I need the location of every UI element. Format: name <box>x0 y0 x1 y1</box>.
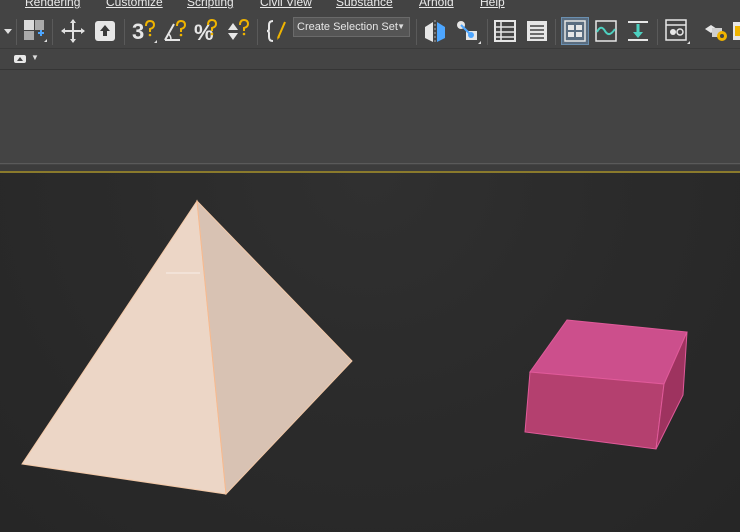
perspective-viewport[interactable] <box>0 173 740 532</box>
spinner-snap-icon[interactable] <box>224 17 250 45</box>
viewport-scene <box>21 199 688 496</box>
menu-bar: Rendering Customize Scripting Civil View… <box>0 0 740 10</box>
svg-text:3: 3 <box>132 19 144 44</box>
panel-divider <box>0 163 740 164</box>
selection-set-dropdown[interactable]: Create Selection Set ▼ <box>293 17 410 37</box>
menu-substance[interactable]: Substance <box>336 0 393 9</box>
ribbon-panel <box>0 70 740 165</box>
menu-scripting[interactable]: Scripting <box>187 0 234 9</box>
menu-help[interactable]: Help <box>480 0 505 9</box>
box-front-face <box>524 371 665 450</box>
chevron-down-icon: ▼ <box>397 22 405 31</box>
selection-set-label: Create Selection Set <box>297 21 398 33</box>
viewport-layout-icon[interactable] <box>22 17 48 45</box>
upload-icon[interactable] <box>92 17 118 45</box>
ribbon-caret-icon[interactable]: ▼ <box>31 53 39 62</box>
menu-rendering[interactable]: Rendering <box>25 0 80 9</box>
pyramid[interactable] <box>21 199 353 496</box>
angle-snap-icon[interactable] <box>162 17 188 45</box>
menu-customize[interactable]: Customize <box>106 0 163 9</box>
ribbon-bar <box>0 49 740 70</box>
edit-named-selection-icon[interactable] <box>264 17 290 45</box>
percent-snap-icon[interactable]: % <box>193 17 219 45</box>
box[interactable] <box>524 319 688 450</box>
toolbar-separator <box>124 19 125 45</box>
toolbar-separator <box>257 19 258 45</box>
dropdown-arrow-icon[interactable] <box>2 17 14 45</box>
toolbar-separator <box>16 19 17 45</box>
pyramid-left-face <box>21 199 227 495</box>
menu-civil-view[interactable]: Civil View <box>260 0 312 9</box>
toolbar-separator <box>52 19 53 45</box>
svg-text:%: % <box>194 20 214 44</box>
ribbon-minimize-icon[interactable] <box>14 55 26 63</box>
menu-arnold[interactable]: Arnold <box>419 0 454 9</box>
snap-3d-icon[interactable]: 3 <box>130 17 158 45</box>
move-icon[interactable] <box>60 17 86 45</box>
